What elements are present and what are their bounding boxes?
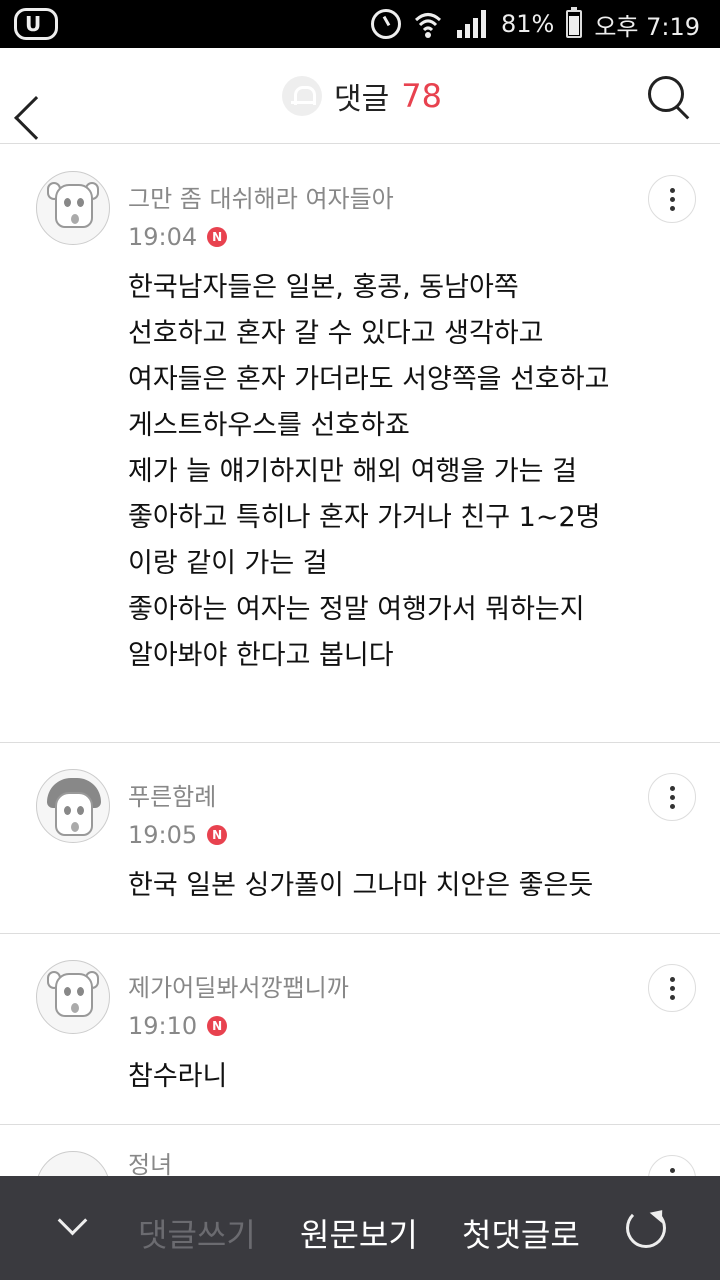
- comment-nickname[interactable]: 제가어딜봐서깡팹니까: [128, 968, 349, 1003]
- avatar[interactable]: [36, 171, 110, 245]
- new-badge: N: [207, 1016, 228, 1036]
- comment-meta: 19:10 N: [128, 1012, 228, 1040]
- bottom-action-bar: 댓글쓰기 원문보기 첫댓글로: [0, 1176, 720, 1280]
- avatar[interactable]: [36, 960, 110, 1034]
- comment-nickname[interactable]: 그만 좀 대쉬해라 여자들아: [128, 179, 394, 214]
- comment-time: 19:10: [128, 1012, 198, 1040]
- carrier-logo-icon: U: [14, 8, 58, 40]
- search-button[interactable]: [646, 74, 694, 122]
- chevron-down-icon[interactable]: [52, 1206, 96, 1250]
- status-icons: 81% 오후 7:19: [370, 0, 700, 48]
- comment-body: 참수라니: [128, 1061, 228, 1092]
- comment-count: 78: [401, 77, 442, 115]
- comment-body: 한국남자들은 일본, 홍콩, 동남아쪽 선호하고 혼자 갈 수 있다고 생각하고…: [128, 272, 610, 671]
- comment-item: 그만 좀 대쉬해라 여자들아 19:04 N 한국남자들은 일본, 홍콩, 동남…: [0, 145, 720, 743]
- comment-nickname[interactable]: 푸른함례: [128, 777, 216, 812]
- comment-body: 한국 일본 싱가폴이 그나마 치안은 좋은듯: [128, 870, 594, 901]
- avatar[interactable]: [36, 769, 110, 843]
- back-button[interactable]: [22, 70, 74, 122]
- wifi-icon: [413, 9, 443, 39]
- page-title: 댓글: [334, 82, 390, 117]
- battery-icon: [566, 7, 583, 38]
- comment-time: 19:05: [128, 821, 198, 849]
- clock: 오후 7:19: [594, 12, 700, 41]
- more-options-button[interactable]: [648, 773, 696, 821]
- comment-meta: 19:05 N: [128, 821, 228, 849]
- comment-meta: 19:04 N: [128, 223, 228, 251]
- status-bar: U 81% 오후 7:19: [0, 0, 720, 48]
- new-badge: N: [207, 227, 228, 247]
- view-original-button[interactable]: 원문보기: [300, 1210, 418, 1256]
- header-title-group: 댓글 78: [282, 70, 442, 122]
- write-comment-button[interactable]: 댓글쓰기: [138, 1210, 256, 1256]
- battery-percent: 81%: [500, 10, 555, 38]
- comment-time: 19:04: [128, 223, 198, 251]
- bell-icon[interactable]: [282, 76, 322, 116]
- signal-icon: [455, 10, 489, 38]
- comment-nickname[interactable]: 정녀: [128, 1145, 172, 1180]
- first-comment-button[interactable]: 첫댓글로: [462, 1210, 580, 1256]
- new-badge: N: [207, 825, 228, 845]
- refresh-icon[interactable]: [626, 1208, 666, 1248]
- comment-list[interactable]: 그만 좀 대쉬해라 여자들아 19:04 N 한국남자들은 일본, 홍콩, 동남…: [0, 145, 720, 1225]
- comment-item: 제가어딜봐서깡팹니까 19:10 N 참수라니: [0, 934, 720, 1125]
- more-options-button[interactable]: [648, 175, 696, 223]
- alarm-icon: [370, 9, 401, 39]
- app-header: 댓글 78: [0, 48, 720, 144]
- more-options-button[interactable]: [648, 964, 696, 1012]
- comment-item: 푸른함례 19:05 N 한국 일본 싱가폴이 그나마 치안은 좋은듯: [0, 743, 720, 934]
